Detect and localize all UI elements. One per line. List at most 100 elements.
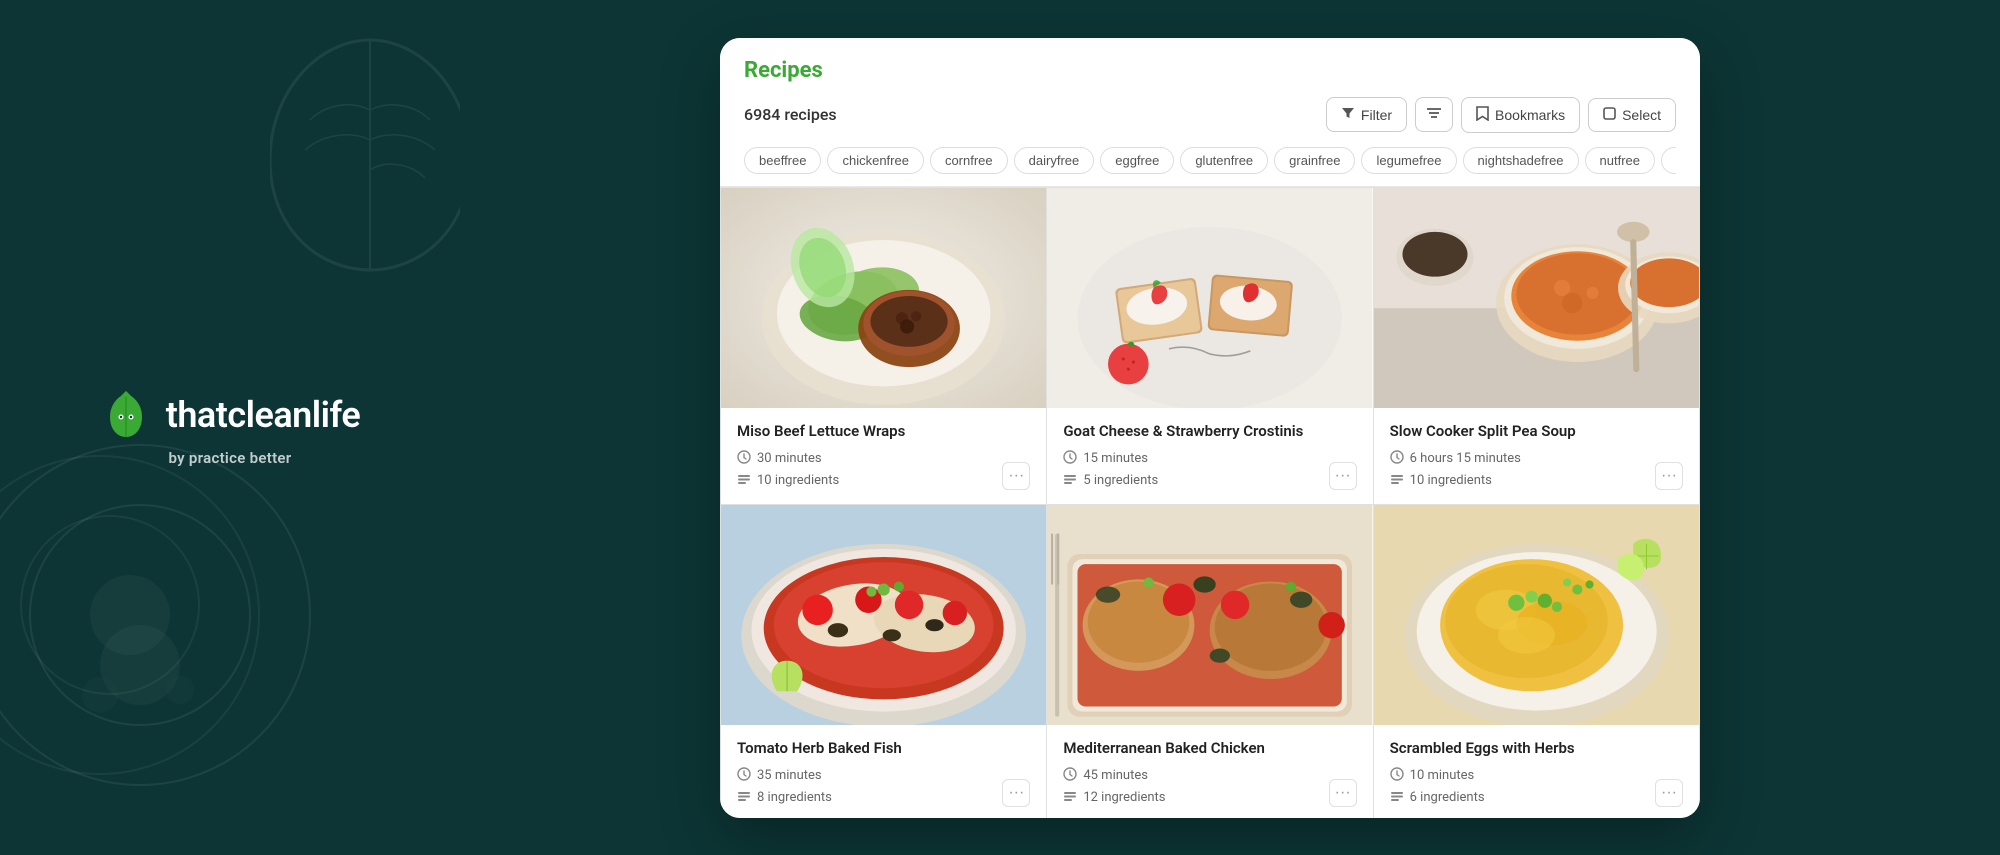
recipe-ingredients-value: 5 ingredients — [1083, 473, 1158, 488]
recipe-ingredients-value: 10 ingredients — [1410, 473, 1492, 488]
recipe-info: Tomato Herb Baked Fish 35 minutes — [721, 725, 1046, 818]
page-title: Recipes — [744, 58, 1676, 83]
clock-icon — [737, 767, 751, 785]
recipe-card[interactable]: Goat Cheese & Strawberry Crostinis 15 mi… — [1047, 188, 1372, 504]
recipe-meta-row: 30 minutes 10 ingredients ··· — [737, 450, 1030, 490]
recipe-info: Scrambled Eggs with Herbs 10 minutes — [1374, 725, 1699, 818]
sidebar: thatcleanlife by practice better — [0, 0, 460, 855]
ingredients-icon — [737, 472, 751, 490]
filter-button[interactable]: Filter — [1326, 97, 1407, 132]
clock-icon — [737, 450, 751, 468]
recipe-card[interactable]: Scrambled Eggs with Herbs 10 minutes — [1374, 505, 1699, 818]
recipe-ingredients-value: 8 ingredients — [757, 790, 832, 805]
filter-tag-cornfree[interactable]: cornfree — [930, 147, 1008, 174]
recipe-info: Goat Cheese & Strawberry Crostinis 15 mi… — [1047, 408, 1372, 504]
filter-tag-nutfree[interactable]: nutfree — [1585, 147, 1655, 174]
content-card: Recipes 6984 recipes Filter — [720, 38, 1700, 818]
ingredients-icon — [1390, 472, 1404, 490]
card-header: Recipes 6984 recipes Filter — [720, 38, 1700, 187]
recipe-ingredients-value: 6 ingredients — [1410, 790, 1485, 805]
ingredients-icon — [1390, 789, 1404, 807]
recipe-meta-row: 15 minutes 5 ingredients ··· — [1063, 450, 1356, 490]
sort-button[interactable] — [1415, 97, 1453, 132]
recipes-grid-inner: Miso Beef Lettuce Wraps 30 minutes — [720, 187, 1700, 818]
recipe-time: 6 hours 15 minutes — [1390, 450, 1521, 468]
recipe-meta-row: 10 minutes 6 ingredients ··· — [1390, 767, 1683, 807]
recipe-name: Scrambled Eggs with Herbs — [1390, 739, 1683, 757]
ingredients-icon — [737, 789, 751, 807]
recipe-more-button[interactable]: ··· — [1655, 779, 1683, 807]
recipe-more-button[interactable]: ··· — [1655, 462, 1683, 490]
clock-icon — [1390, 767, 1404, 785]
brand-sub: by practice better — [168, 449, 291, 467]
recipe-meta-left: 10 minutes 6 ingredients — [1390, 767, 1485, 807]
filter-tag-glutenfree[interactable]: glutenfree — [1180, 147, 1268, 174]
brand-sub-name: practice better — [189, 449, 292, 467]
recipe-ingredients: 8 ingredients — [737, 789, 832, 807]
filter-tag-nightshadefree[interactable]: nightshadefree — [1463, 147, 1579, 174]
toolbar-actions: Filter — [1326, 97, 1676, 133]
recipe-card[interactable]: Slow Cooker Split Pea Soup 6 hours 15 mi… — [1374, 188, 1699, 504]
select-button[interactable]: Select — [1588, 98, 1676, 132]
recipe-time-value: 35 minutes — [757, 768, 822, 783]
bookmarks-button[interactable]: Bookmarks — [1461, 97, 1580, 133]
recipe-time: 15 minutes — [1063, 450, 1158, 468]
filter-tag-beeffree[interactable]: beeffree — [744, 147, 821, 174]
brand-sub-prefix: by — [168, 449, 188, 467]
recipe-time-value: 6 hours 15 minutes — [1410, 451, 1521, 466]
bookmark-icon — [1476, 106, 1489, 124]
filter-tag-eggfree[interactable]: eggfree — [1100, 147, 1174, 174]
recipe-ingredients: 10 ingredients — [1390, 472, 1521, 490]
recipe-time: 35 minutes — [737, 767, 832, 785]
recipe-name: Tomato Herb Baked Fish — [737, 739, 1030, 757]
recipe-more-button[interactable]: ··· — [1002, 462, 1030, 490]
recipe-meta-row: 6 hours 15 minutes 10 ingredients ··· — [1390, 450, 1683, 490]
recipe-name: Mediterranean Baked Chicken — [1063, 739, 1356, 757]
recipe-meta-left: 45 minutes 12 ingredients — [1063, 767, 1165, 807]
recipe-more-button[interactable]: ··· — [1329, 779, 1357, 807]
recipe-card[interactable]: Mediterranean Baked Chicken 45 minutes — [1047, 505, 1372, 818]
recipe-meta-left: 6 hours 15 minutes 10 ingredients — [1390, 450, 1521, 490]
recipe-more-button[interactable]: ··· — [1329, 462, 1357, 490]
recipe-meta-left: 30 minutes 10 ingredients — [737, 450, 839, 490]
recipe-time: 45 minutes — [1063, 767, 1165, 785]
recipe-image-wrap — [1047, 505, 1372, 725]
recipe-time-value: 10 minutes — [1410, 768, 1475, 783]
filter-tag-oilfree[interactable]: oilfree — [1661, 147, 1676, 174]
recipe-image-wrap — [721, 505, 1046, 725]
recipe-time-value: 30 minutes — [757, 451, 822, 466]
recipe-image-wrap — [721, 188, 1046, 408]
recipe-meta-left: 15 minutes 5 ingredients — [1063, 450, 1158, 490]
recipe-card[interactable]: Tomato Herb Baked Fish 35 minutes — [721, 505, 1046, 818]
toolbar: 6984 recipes Filter — [744, 97, 1676, 133]
recipe-meta-row: 35 minutes 8 ingredients ··· — [737, 767, 1030, 807]
recipe-time-value: 45 minutes — [1083, 768, 1148, 783]
recipe-info: Mediterranean Baked Chicken 45 minutes — [1047, 725, 1372, 818]
recipe-name: Miso Beef Lettuce Wraps — [737, 422, 1030, 440]
recipe-image-wrap — [1374, 188, 1699, 408]
ingredients-icon — [1063, 472, 1077, 490]
recipe-image-wrap — [1047, 188, 1372, 408]
filter-tag-legumefree[interactable]: legumefree — [1361, 147, 1456, 174]
filter-tag-dairyfree[interactable]: dairyfree — [1014, 147, 1095, 174]
recipe-ingredients-value: 10 ingredients — [757, 473, 839, 488]
filter-tag-chickenfree[interactable]: chickenfree — [827, 147, 923, 174]
recipe-card[interactable]: Miso Beef Lettuce Wraps 30 minutes — [721, 188, 1046, 504]
main-panel: Recipes 6984 recipes Filter — [460, 0, 2000, 855]
bookmarks-label: Bookmarks — [1495, 107, 1565, 123]
recipes-grid: Miso Beef Lettuce Wraps 30 minutes — [720, 187, 1700, 818]
filter-tag-grainfree[interactable]: grainfree — [1274, 147, 1355, 174]
filter-label: Filter — [1361, 107, 1392, 123]
recipe-count: 6984 recipes — [744, 105, 837, 124]
clock-icon — [1063, 767, 1077, 785]
recipe-image-wrap — [1374, 505, 1699, 725]
clock-icon — [1063, 450, 1077, 468]
recipe-info: Slow Cooker Split Pea Soup 6 hours 15 mi… — [1374, 408, 1699, 504]
recipe-ingredients: 6 ingredients — [1390, 789, 1485, 807]
ingredients-icon — [1063, 789, 1077, 807]
recipe-more-button[interactable]: ··· — [1002, 779, 1030, 807]
brand-name: thatcleanlife — [166, 394, 361, 436]
sort-icon — [1426, 106, 1442, 123]
recipe-time: 10 minutes — [1390, 767, 1485, 785]
recipe-name: Goat Cheese & Strawberry Crostinis — [1063, 422, 1356, 440]
